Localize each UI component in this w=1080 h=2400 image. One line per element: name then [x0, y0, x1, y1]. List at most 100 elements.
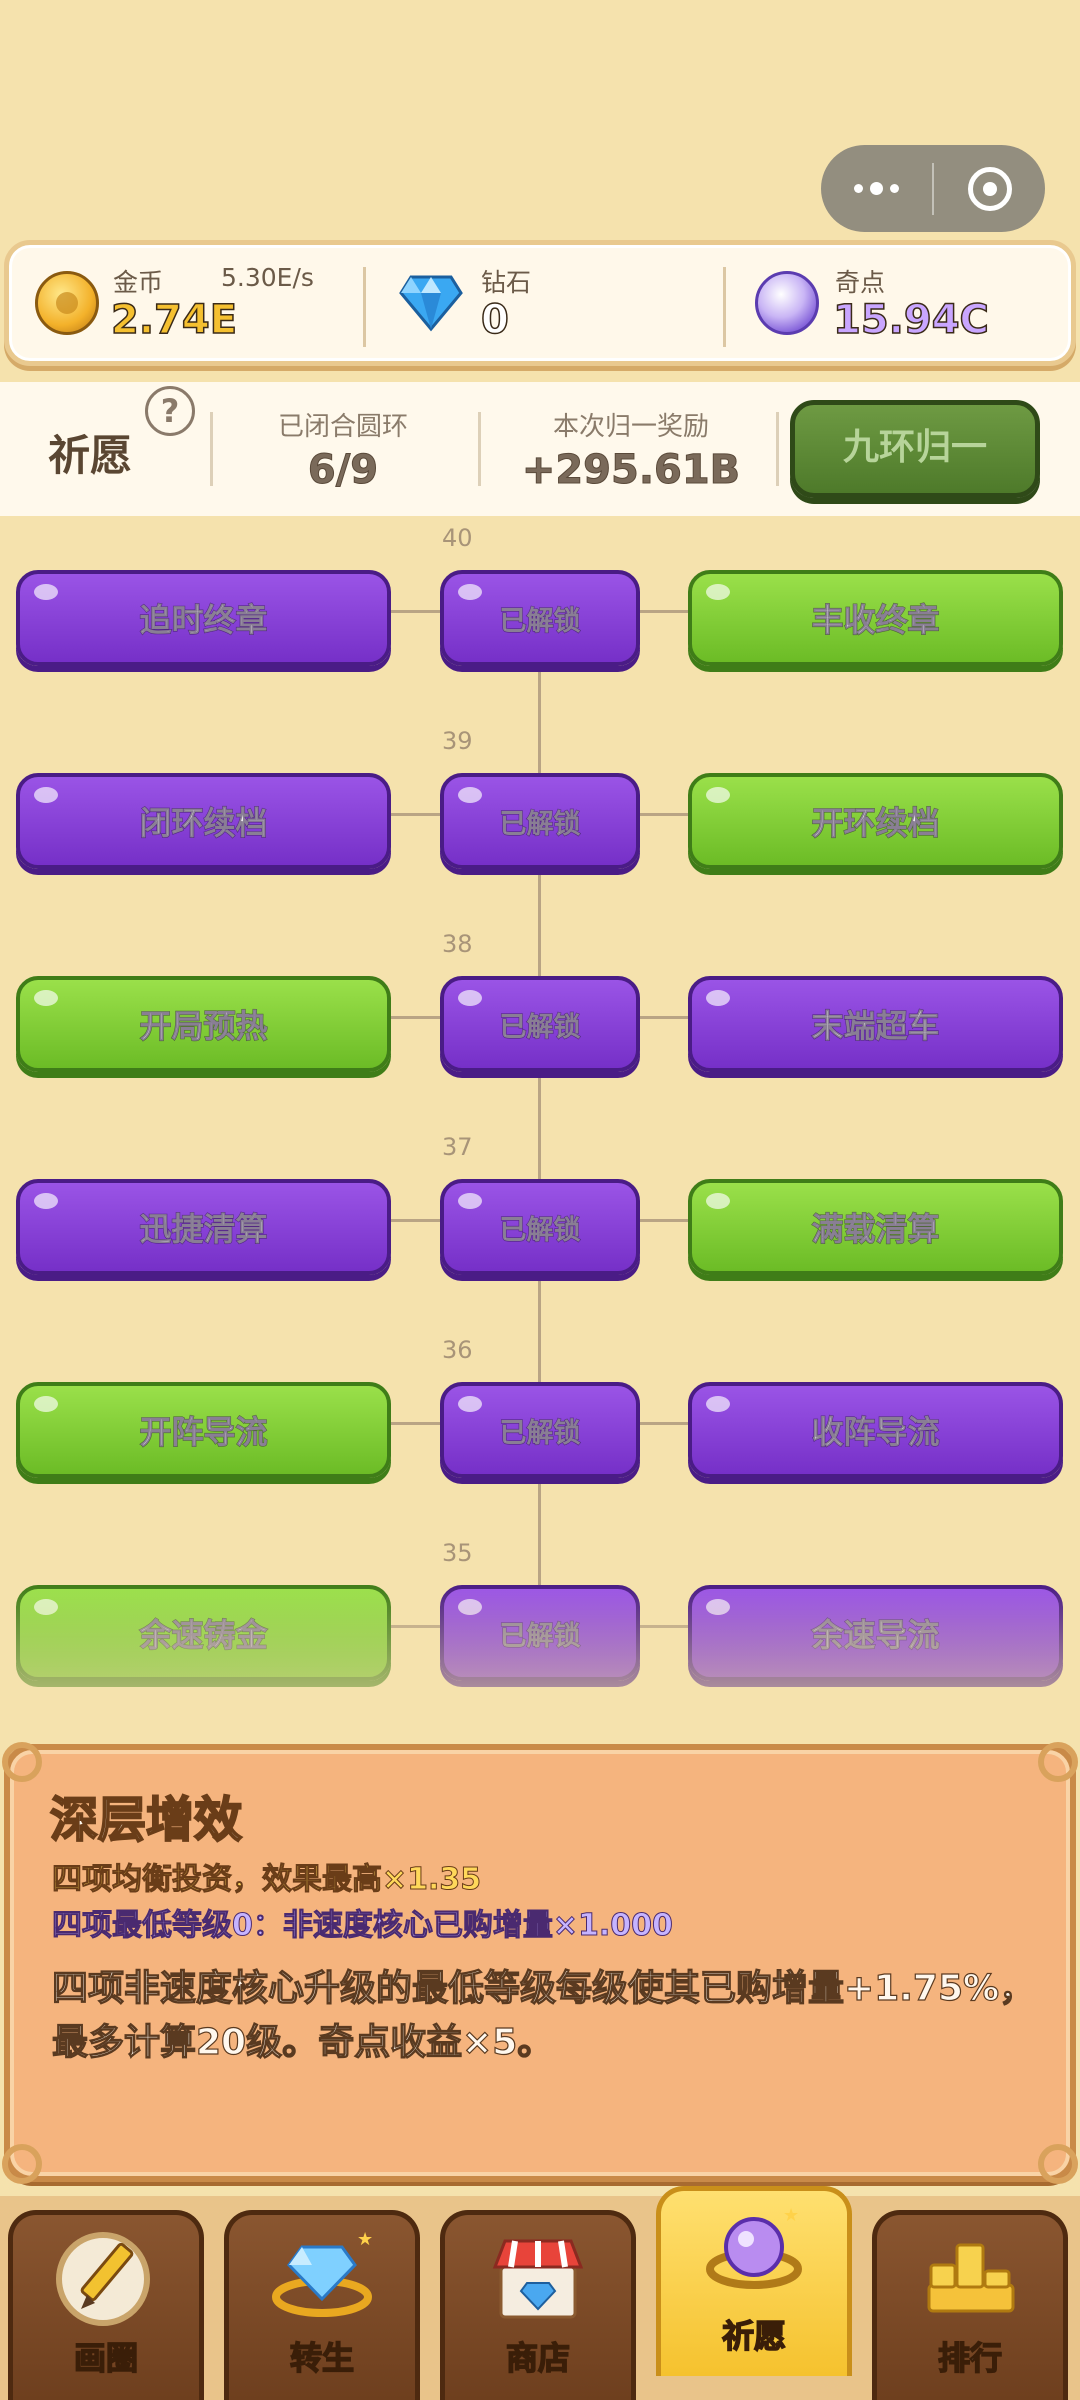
reward-value: +295.61B — [521, 447, 741, 494]
svg-text:★: ★ — [783, 2205, 799, 2226]
tree-row: 40 追时终章 已解锁 丰收终章 — [0, 524, 1080, 668]
closed-rings-stat: 已闭合圆环 6/9 — [218, 406, 468, 494]
upgrade-option-right[interactable]: 末端超车 — [688, 976, 1063, 1072]
connector-line — [640, 610, 688, 613]
tab-label: 商店 — [505, 2338, 571, 2378]
diamond-icon — [399, 275, 463, 332]
unlocked-status-node[interactable]: 已解锁 — [440, 1585, 640, 1681]
coin-icon — [35, 271, 99, 335]
help-icon[interactable]: ? — [145, 386, 195, 436]
connector-line — [391, 1422, 440, 1425]
qidian-label: 奇点 — [835, 268, 886, 297]
coin-label: 金币 — [113, 268, 164, 297]
detail-effect-line-2: 四项最低等级0：非速度核心已购增量×1.000 — [52, 1908, 674, 1944]
target-circle-icon — [967, 166, 1012, 211]
connector-line — [640, 813, 688, 816]
divider — [776, 412, 779, 486]
detail-description: 四项非速度核心升级的最低等级每级使其已购增量+1.75%，最多计算20级。奇点收… — [51, 1967, 1036, 2063]
detail-title: 深层增效 — [49, 1791, 243, 1849]
tree-row: 38 开局预热 已解锁 末端超车 — [0, 930, 1080, 1074]
tree-row: 35 余速铸金 已解锁 余速导流 — [0, 1539, 1080, 1683]
shop-icon — [492, 2239, 584, 2319]
svg-text:★: ★ — [357, 2229, 373, 2250]
mini-program-capsule — [821, 145, 1045, 232]
panel-corner-ornament — [1038, 1742, 1078, 1782]
wish-title: 祈愿 — [48, 431, 133, 480]
close-miniprogram-button[interactable] — [934, 145, 1045, 232]
tab-label: 画圈 — [73, 2338, 139, 2378]
level-number: 40 — [442, 524, 473, 552]
unlocked-status-node[interactable]: 已解锁 — [440, 976, 640, 1072]
level-number: 35 — [442, 1539, 473, 1567]
unlocked-status-node[interactable]: 已解锁 — [440, 570, 640, 666]
tab-wish[interactable]: ★ 祈愿 — [656, 2186, 852, 2376]
connector-line — [391, 1219, 440, 1222]
panel-corner-ornament — [2, 1742, 42, 1782]
closed-rings-label: 已闭合圆环 — [277, 412, 408, 442]
qidian-value: 15.94C — [832, 296, 989, 344]
tree-row: 36 开阵导流 已解锁 收阵导流 — [0, 1336, 1080, 1480]
pencil-ring-icon — [56, 2232, 150, 2326]
coin-resource: 金币 5.30E/s 2.74E — [9, 245, 364, 361]
upgrade-option-right[interactable]: 收阵导流 — [688, 1382, 1063, 1478]
reward-label: 本次归一奖励 — [552, 412, 709, 442]
closed-rings-value: 6/9 — [307, 447, 379, 494]
unlocked-status-node[interactable]: 已解锁 — [440, 773, 640, 869]
more-button[interactable] — [821, 145, 932, 232]
tab-ranking[interactable]: 排行 — [872, 2210, 1068, 2400]
tab-label: 祈愿 — [721, 2316, 787, 2356]
reward-stat: 本次归一奖励 +295.61B — [486, 406, 776, 494]
upgrade-detail-panel: 深层增效 四项均衡投资，效果最高×1.35 四项最低等级0：非速度核心已购增量×… — [2, 1742, 1078, 2184]
resource-bar: 金币 5.30E/s 2.74E 钻石 0 奇点 15.94C — [4, 240, 1076, 366]
level-number: 39 — [442, 727, 473, 755]
tab-shop[interactable]: 商店 — [440, 2210, 636, 2400]
tree-row: 39 闭环续档 已解锁 开环续档 — [0, 727, 1080, 871]
podium-icon — [927, 2243, 1015, 2313]
unlocked-status-node[interactable]: 已解锁 — [440, 1179, 640, 1275]
coin-value: 2.74E — [110, 296, 238, 344]
upgrade-option-left[interactable]: 余速铸金 — [16, 1585, 391, 1681]
tab-label: 转生 — [289, 2338, 355, 2378]
upgrade-option-left[interactable]: 迅捷清算 — [16, 1179, 391, 1275]
connector-line — [640, 1625, 688, 1628]
more-dots-icon — [854, 182, 899, 195]
panel-corner-ornament — [2, 2144, 42, 2184]
level-number: 36 — [442, 1336, 473, 1364]
tree-row: 37 迅捷清算 已解锁 满载清算 — [0, 1133, 1080, 1277]
divider — [363, 267, 366, 347]
diamond-resource: 钻石 0 — [369, 245, 719, 361]
diamond-value: 0 — [480, 296, 509, 344]
upgrade-option-right[interactable]: 余速导流 — [688, 1585, 1063, 1681]
upgrade-option-left[interactable]: 开局预热 — [16, 976, 391, 1072]
nine-ring-reset-button[interactable]: 九环归一 — [790, 400, 1040, 498]
upgrade-option-left[interactable]: 开阵导流 — [16, 1382, 391, 1478]
connector-line — [391, 813, 440, 816]
diamond-label: 钻石 — [481, 268, 532, 297]
tab-label: 排行 — [937, 2338, 1003, 2378]
qidian-resource: 奇点 15.94C — [729, 245, 1079, 361]
upgrade-option-right[interactable]: 开环续档 — [688, 773, 1063, 869]
upgrade-option-left[interactable]: 追时终章 — [16, 570, 391, 666]
connector-line — [391, 1016, 440, 1019]
upgrade-option-left[interactable]: 闭环续档 — [16, 773, 391, 869]
qidian-orb-icon — [755, 271, 819, 335]
coin-rate: 5.30E/s — [221, 263, 314, 292]
level-number: 37 — [442, 1133, 473, 1161]
tab-draw-circle[interactable]: 画圈 — [8, 2210, 204, 2400]
upgrade-option-right[interactable]: 丰收终章 — [688, 570, 1063, 666]
unlocked-status-node[interactable]: 已解锁 — [440, 1382, 640, 1478]
wish-header: 祈愿 ? 已闭合圆环 6/9 本次归一奖励 +295.61B 九环归一 — [0, 382, 1080, 516]
connector-line — [391, 1625, 440, 1628]
connector-line — [640, 1219, 688, 1222]
divider — [723, 267, 726, 347]
level-number: 38 — [442, 930, 473, 958]
divider — [210, 412, 213, 486]
diamond-ring-icon: ★ — [272, 2229, 373, 2317]
detail-effect-line-1: 四项均衡投资，效果最高×1.35 — [51, 1862, 482, 1898]
tab-rebirth[interactable]: ★ 转生 — [224, 2210, 420, 2400]
connector-line — [640, 1016, 688, 1019]
upgrade-option-right[interactable]: 满载清算 — [688, 1179, 1063, 1275]
connector-line — [640, 1422, 688, 1425]
divider — [478, 412, 481, 486]
panel-corner-ornament — [1038, 2144, 1078, 2184]
